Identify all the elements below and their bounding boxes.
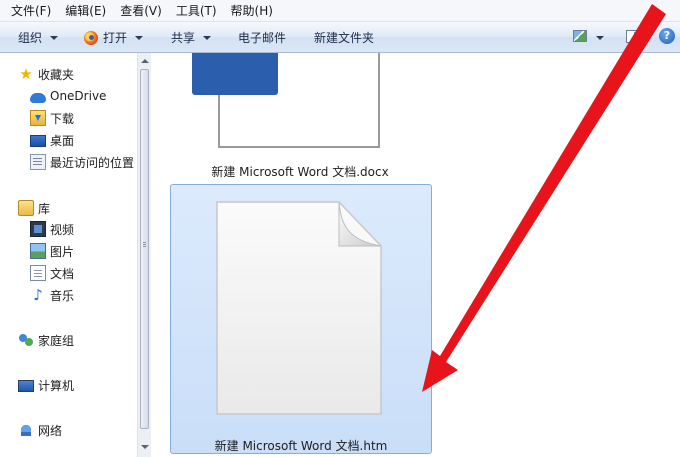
nav-pictures[interactable]: 图片 — [30, 241, 74, 261]
open-label: 打开 — [103, 31, 128, 45]
nav-homegroup-label: 家庭组 — [38, 333, 75, 348]
nav-downloads-label: 下载 — [50, 111, 75, 126]
download-folder-icon — [30, 110, 46, 126]
nav-network-label: 网络 — [38, 423, 63, 438]
nav-onedrive[interactable]: OneDrive — [30, 86, 106, 106]
organize-button[interactable]: 组织 — [18, 28, 59, 48]
new-folder-button[interactable]: 新建文件夹 — [314, 28, 374, 48]
new-folder-label: 新建文件夹 — [314, 31, 375, 45]
scroll-thumb[interactable] — [140, 69, 149, 429]
nav-desktop[interactable]: 桌面 — [30, 130, 74, 150]
file-item-htm[interactable]: 新建 Microsoft Word 文档.htm — [170, 184, 432, 454]
share-button[interactable]: 共享 — [171, 28, 212, 48]
email-button[interactable]: 电子邮件 — [238, 28, 286, 48]
firefox-icon — [84, 31, 98, 45]
open-button[interactable]: 打开 — [84, 28, 144, 48]
chevron-down-icon — [50, 36, 59, 40]
organize-label: 组织 — [18, 31, 43, 45]
nav-documents-label: 文档 — [50, 266, 75, 281]
email-label: 电子邮件 — [238, 31, 287, 45]
nav-computer-label: 计算机 — [38, 378, 75, 393]
change-view-icon[interactable] — [573, 30, 587, 42]
share-label: 共享 — [171, 31, 196, 45]
nav-network[interactable]: 网络 — [18, 420, 62, 440]
scroll-down-arrow-icon[interactable] — [141, 445, 149, 449]
nav-desktop-label: 桌面 — [50, 133, 75, 148]
nav-music-label: 音乐 — [50, 288, 75, 303]
nav-libraries-label: 库 — [38, 201, 51, 216]
help-icon[interactable]: ? — [659, 28, 675, 44]
chevron-down-icon[interactable] — [596, 36, 604, 40]
nav-homegroup[interactable]: 家庭组 — [18, 330, 74, 350]
nav-videos[interactable]: 视频 — [30, 219, 74, 239]
library-icon — [18, 200, 34, 216]
nav-recent-label: 最近访问的位置 — [50, 155, 135, 170]
chevron-down-icon — [135, 36, 144, 40]
nav-videos-label: 视频 — [50, 222, 75, 237]
menu-bar: 文件(F) 编辑(E) 查看(V) 工具(T) 帮助(H) — [0, 0, 680, 22]
menu-help[interactable]: 帮助(H) — [224, 1, 280, 21]
chevron-down-icon — [203, 36, 212, 40]
nav-pictures-label: 图片 — [50, 244, 75, 259]
scroll-up-arrow-icon[interactable] — [141, 59, 149, 63]
nav-onedrive-label: OneDrive — [50, 89, 107, 103]
recent-places-icon — [30, 154, 46, 170]
pictures-icon — [30, 243, 46, 259]
command-toolbar: 组织 打开 共享 电子邮件 新建文件夹 ? — [0, 22, 680, 53]
nav-favorites[interactable]: ★ 收藏夹 — [18, 64, 74, 84]
network-icon — [18, 422, 34, 438]
word-logo-icon — [192, 53, 278, 95]
blank-file-icon — [216, 201, 382, 415]
nav-documents[interactable]: 文档 — [30, 263, 74, 283]
homegroup-icon — [18, 332, 34, 348]
preview-pane-icon[interactable] — [626, 30, 640, 43]
file-list: 新建 Microsoft Word 文档.docx 新建 Microsoft W… — [152, 53, 680, 457]
music-note-icon: ♪ — [33, 286, 43, 304]
desktop-icon — [30, 135, 46, 147]
video-icon — [30, 221, 46, 237]
menu-file[interactable]: 文件(F) — [4, 1, 58, 21]
file-name-htm: 新建 Microsoft Word 文档.htm — [214, 439, 388, 453]
cloud-icon — [30, 92, 46, 103]
explorer-window: 文件(F) 编辑(E) 查看(V) 工具(T) 帮助(H) 组织 打开 共享 电… — [0, 0, 680, 457]
star-icon: ★ — [19, 65, 33, 83]
navigation-pane: ★ 收藏夹 OneDrive 下载 桌面 最近访问的位置 库 视频 图片 文档 … — [0, 53, 151, 457]
nav-music[interactable]: ♪ 音乐 — [30, 285, 74, 305]
menu-tools[interactable]: 工具(T) — [169, 1, 224, 21]
file-name-docx: 新建 Microsoft Word 文档.docx — [211, 165, 389, 179]
menu-view[interactable]: 查看(V) — [113, 1, 169, 21]
nav-computer[interactable]: 计算机 — [18, 375, 74, 395]
documents-icon — [30, 265, 46, 281]
computer-icon — [18, 379, 34, 392]
nav-scrollbar[interactable] — [137, 53, 151, 457]
nav-libraries[interactable]: 库 — [18, 198, 50, 218]
nav-downloads[interactable]: 下载 — [30, 108, 74, 128]
menu-edit[interactable]: 编辑(E) — [58, 1, 113, 21]
nav-recent[interactable]: 最近访问的位置 — [30, 152, 134, 172]
nav-favorites-label: 收藏夹 — [38, 67, 75, 82]
